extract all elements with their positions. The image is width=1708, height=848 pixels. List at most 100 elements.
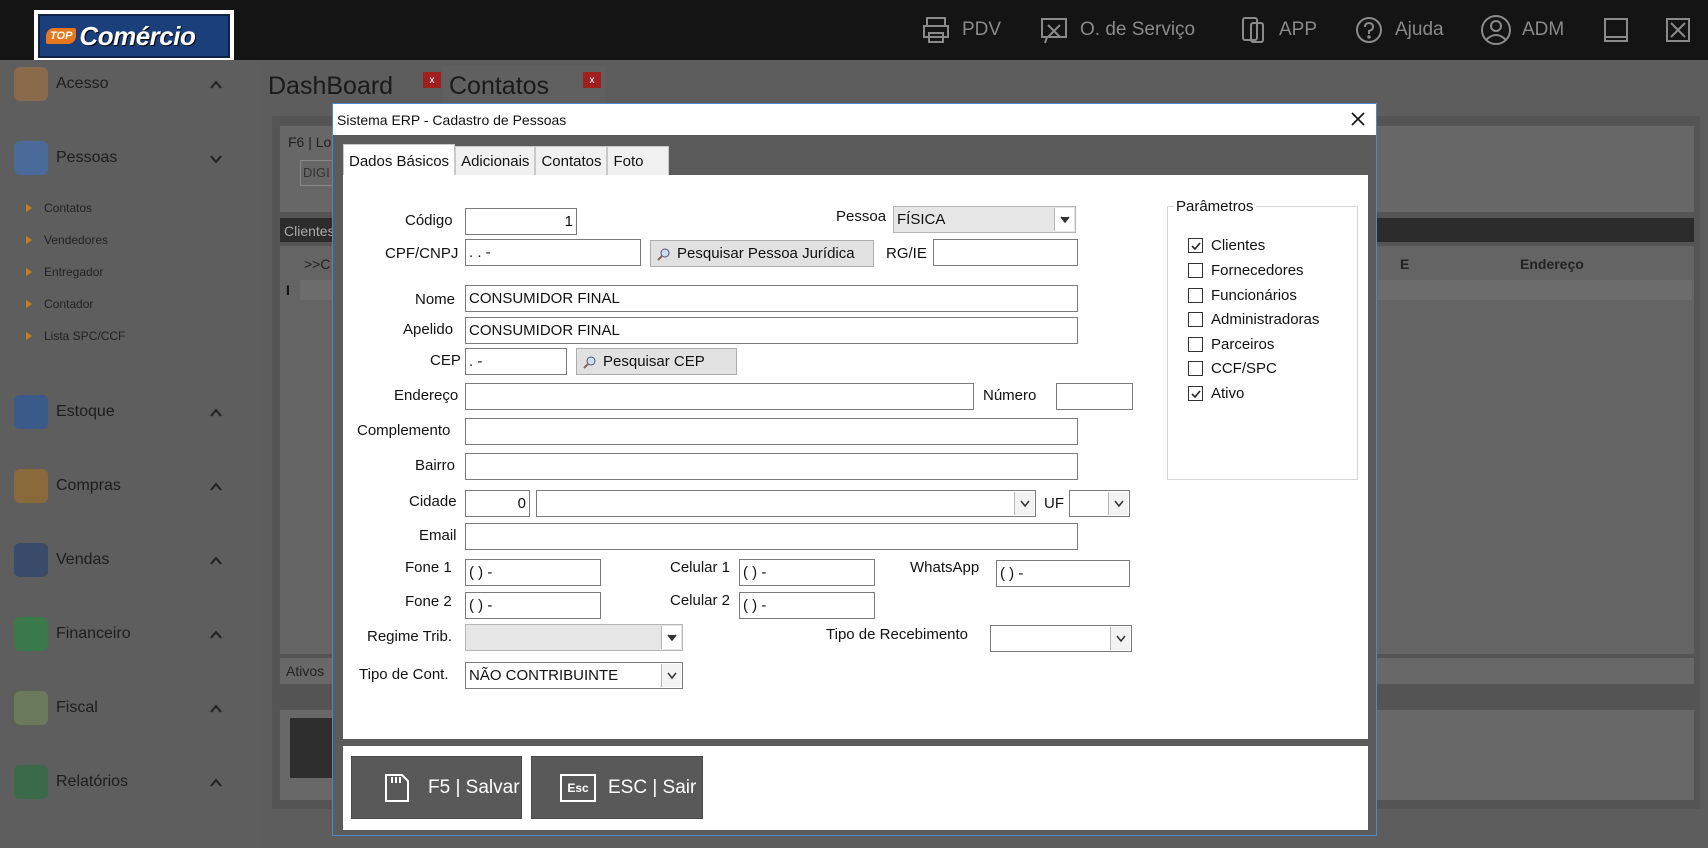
nav-pdv-label: PDV [962,19,1002,40]
tab-foto[interactable]: Foto [607,146,669,176]
pessoa-label: Pessoa [836,208,887,225]
close-app-button[interactable] [1662,0,1704,60]
pessoa-select-value: FÍSICA [897,211,946,228]
grid-col-e: E [1400,256,1410,272]
nav-ajuda[interactable]: Ajuda [1353,0,1444,60]
sidebar-group-compras[interactable]: Compras [0,466,262,506]
cep-field[interactable]: . - [465,348,567,375]
sidebar: Acesso Pessoas Contatos Vendedores Entre… [0,60,262,848]
sidebar-item-label: Lista SPC/CCF [44,329,126,343]
nav-app-label: APP [1279,19,1318,40]
celular2-field[interactable]: ( ) - [739,592,875,619]
grid-row-marker: I [286,282,290,298]
sidebar-group-vendas[interactable]: Vendas [0,540,262,580]
celular1-field[interactable]: ( ) - [739,559,875,586]
sidebar-group-pessoas[interactable]: Pessoas [0,138,262,178]
logo-text: Comércio [79,20,196,51]
fone2-field[interactable]: ( ) - [465,592,601,619]
people-icon [14,141,48,175]
celular2-label: Celular 2 [670,592,731,609]
complemento-field[interactable] [465,418,1078,445]
sidebar-group-estoque[interactable]: Estoque [0,392,262,432]
rg-ie-field[interactable] [933,239,1078,266]
checkbox-ativo[interactable]: Ativo [1188,385,1244,402]
chevron-down-icon [210,152,222,164]
pesquisar-cep-label: Pesquisar CEP [603,353,705,370]
parametros-group: Parâmetros Clientes Fornecedores Funcion… [1167,198,1358,480]
exit-button[interactable]: Esc ESC | Sair [531,756,703,819]
pesquisar-pessoa-juridica-button[interactable]: Pesquisar Pessoa Jurídica [650,240,874,267]
sidebar-item-vendedores[interactable]: Vendedores [26,233,108,247]
pessoa-select[interactable]: FÍSICA [893,206,1076,233]
caret-right-icon [26,332,32,340]
cep-label: CEP [430,352,461,369]
sidebar-group-acesso[interactable]: Acesso [0,64,262,104]
pesquisar-cep-button[interactable]: Pesquisar CEP [576,348,737,375]
sidebar-group-relatorios[interactable]: Relatórios [0,762,262,802]
tab-close-icon[interactable]: x [423,72,441,88]
endereco-field[interactable] [465,383,974,410]
save-button[interactable]: F5 | Salvar [351,756,522,819]
codigo-field[interactable]: 1 [465,208,577,235]
tab-close-icon[interactable]: x [583,72,601,88]
top-bar: TOP Comércio PDV O. de Serviço APP Ajuda… [0,0,1708,62]
sidebar-group-fiscal[interactable]: Fiscal [0,688,262,728]
checkbox-fornecedores[interactable]: Fornecedores [1188,262,1304,279]
nome-field[interactable]: CONSUMIDOR FINAL [465,285,1078,312]
nav-ordem-servico[interactable]: O. de Serviço [1038,0,1195,60]
tab-contatos[interactable]: Contatos [535,146,608,176]
checkbox-label: Fornecedores [1211,262,1304,279]
nav-ajuda-label: Ajuda [1395,19,1444,40]
cidade-codigo-field[interactable]: 0 [465,490,530,517]
tab-label: DashBoard [268,71,394,100]
minimize-button[interactable] [1600,0,1642,60]
nav-app[interactable]: APP [1237,0,1317,60]
email-field[interactable] [465,523,1078,550]
user-lock-icon [14,67,48,101]
codigo-label: Código [405,212,453,229]
checkbox-parceiros[interactable]: Parceiros [1188,336,1274,353]
tab-dados-basicos[interactable]: Dados Básicos [343,144,456,175]
user-icon [1480,14,1512,46]
rg-ie-label: RG/IE [886,245,927,262]
fone1-field[interactable]: ( ) - [465,559,601,586]
sidebar-item-label: Contatos [44,201,93,215]
nav-pdv[interactable]: PDV [920,0,1001,60]
checkbox-funcionarios[interactable]: Funcionários [1188,287,1297,304]
whatsapp-field[interactable]: ( ) - [996,560,1130,587]
sidebar-group-financeiro[interactable]: Financeiro [0,614,262,654]
dialog-close-button[interactable] [1346,107,1370,131]
cidade-select[interactable] [536,490,1036,517]
chevron-up-icon [210,406,222,418]
printer-icon [920,14,952,46]
uf-select[interactable] [1069,490,1130,517]
close-icon [1662,14,1694,46]
regime-trib-select[interactable] [465,624,683,651]
dialog-footer: F5 | Salvar Esc ESC | Sair [343,746,1368,830]
sidebar-group-label: Compras [56,477,121,494]
tab-adicionais[interactable]: Adicionais [455,146,536,176]
nav-adm[interactable]: ADM [1480,0,1564,60]
sidebar-item-label: Contador [44,297,94,311]
app-logo: TOP Comércio [34,10,234,62]
tab-dashboard[interactable]: DashBoard x [268,66,443,106]
tipo-recebimento-select[interactable] [990,625,1132,652]
tipo-cont-select[interactable]: NÃO CONTRIBUINTE [465,662,683,689]
bairro-field[interactable] [465,453,1078,480]
apelido-field[interactable]: CONSUMIDOR FINAL [465,317,1078,344]
cpf-cnpj-label: CPF/CNPJ [385,245,459,262]
checkbox-ccf-spc[interactable]: CCF/SPC [1188,360,1277,377]
checkbox-clientes[interactable]: Clientes [1188,237,1265,254]
sidebar-item-lista-spc[interactable]: Lista SPC/CCF [26,329,125,343]
cpf-cnpj-field[interactable]: . . - [465,239,641,266]
sidebar-item-contatos[interactable]: Contatos [26,201,92,215]
filter-label: F6 | Lo [288,134,332,150]
numero-field[interactable] [1056,383,1133,410]
tab-contatos[interactable]: Contatos x [443,66,606,106]
sidebar-item-entregador[interactable]: Entregador [26,265,103,279]
checkbox-administradoras[interactable]: Administradoras [1188,311,1319,328]
dados-basicos-form: Código 1 Pessoa FÍSICA CPF/CNPJ . . - Pe… [343,175,1368,739]
sidebar-item-label: Vendedores [44,233,109,247]
regime-trib-label: Regime Trib. [367,628,453,645]
sidebar-item-contador[interactable]: Contador [26,297,93,311]
